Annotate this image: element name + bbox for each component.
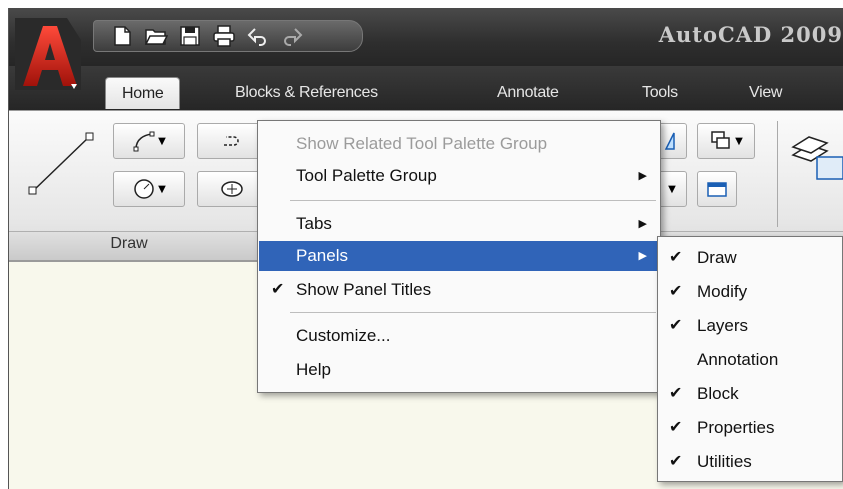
chevron-down-icon: ▼ (668, 183, 676, 195)
menu-item-show-related-tool-palette-group: Show Related Tool Palette Group (259, 129, 659, 159)
layers-icon (791, 136, 843, 180)
checkmark-icon: ✔ (669, 317, 683, 334)
submenu-arrow-icon: ▶ (638, 218, 647, 230)
tab-view[interactable]: View (749, 77, 783, 109)
window-title: AutoCAD 2009 (658, 22, 843, 47)
scale-icon (707, 182, 727, 197)
submenu-arrow-icon: ▶ (638, 250, 647, 262)
submenu-item-layers[interactable]: ✔ Layers (659, 311, 841, 341)
quick-access-toolbar (93, 20, 363, 52)
checkmark-icon: ✔ (669, 283, 683, 300)
checkmark-icon: ✔ (669, 419, 683, 436)
layer-properties-button[interactable] (787, 125, 843, 185)
menu-item-label: Panels (296, 246, 348, 265)
line-tool-button[interactable] (19, 125, 101, 205)
submenu-item-label: Layers (697, 316, 749, 335)
menu-item-customize[interactable]: Customize... (259, 321, 659, 351)
submenu-arrow-icon: ▶ (638, 170, 647, 182)
menu-item-help[interactable]: Help (259, 355, 659, 385)
panels-submenu: ✔ Draw ✔ Modify ✔ Layers Annotation ✔ Bl… (657, 236, 843, 482)
mirror-icon (664, 132, 675, 150)
ellipse-icon (221, 181, 243, 197)
submenu-item-label: Annotation (697, 350, 779, 369)
checkmark-icon: ✔ (669, 249, 683, 266)
ribbon-tab-row: Home Blocks & References Annotate Tools … (9, 66, 843, 110)
tab-annotate[interactable]: Annotate (497, 77, 559, 109)
panel-divider (777, 121, 778, 227)
menu-item-tool-palette-group[interactable]: Tool Palette Group ▶ (259, 161, 659, 191)
submenu-item-label: Block (697, 384, 739, 403)
tab-tools[interactable]: Tools (642, 77, 678, 109)
checkmark-icon: ✔ (271, 281, 285, 298)
menu-item-show-panel-titles[interactable]: ✔ Show Panel Titles (259, 275, 659, 305)
open-folder-icon[interactable] (142, 23, 170, 49)
circle-button[interactable]: ▼ (113, 171, 185, 207)
title-bar: AutoCAD 2009 (9, 8, 843, 66)
mirror-button[interactable] (657, 123, 687, 159)
menu-item-panels[interactable]: Panels ▶ (259, 241, 659, 271)
menu-item-label: Show Related Tool Palette Group (296, 134, 548, 153)
submenu-item-label: Draw (697, 248, 737, 267)
submenu-item-modify[interactable]: ✔ Modify (659, 277, 841, 307)
menu-separator (290, 200, 656, 201)
chevron-down-icon: ▼ (158, 183, 166, 195)
menu-item-label: Show Panel Titles (296, 280, 432, 299)
scale-button[interactable] (697, 171, 737, 207)
panel-title-draw: Draw (110, 235, 148, 252)
menu-item-label: Tabs (296, 214, 332, 233)
chevron-down-icon: ▼ (158, 135, 166, 147)
menu-separator (290, 312, 656, 313)
polyline-button[interactable]: ▼ (113, 123, 185, 159)
submenu-item-block[interactable]: ✔ Block (659, 379, 841, 409)
save-icon[interactable] (176, 23, 204, 49)
ribbon-context-menu: Show Related Tool Palette Group Tool Pal… (257, 120, 661, 393)
menu-item-label: Help (296, 360, 331, 379)
circle-icon (134, 179, 154, 199)
stretch-button[interactable]: ▼ (657, 171, 687, 207)
submenu-item-label: Modify (697, 282, 748, 301)
chevron-down-icon: ▼ (735, 135, 743, 147)
autocad-logo-icon (15, 18, 81, 90)
menu-item-tabs[interactable]: Tabs ▶ (259, 209, 659, 239)
polyline-icon (133, 131, 155, 152)
redo-icon[interactable] (278, 23, 306, 49)
submenu-item-label: Properties (697, 418, 775, 437)
print-icon[interactable] (210, 23, 238, 49)
menu-item-label: Tool Palette Group (296, 166, 437, 185)
arrange-icon (711, 131, 730, 149)
submenu-item-draw[interactable]: ✔ Draw (659, 243, 841, 273)
new-file-icon[interactable] (108, 23, 136, 49)
submenu-item-label: Utilities (697, 452, 752, 471)
tab-home[interactable]: Home (105, 77, 181, 109)
checkmark-icon: ✔ (669, 385, 683, 402)
application-menu-button[interactable] (11, 14, 87, 94)
rectangle-icon (224, 136, 239, 146)
undo-icon[interactable] (244, 23, 272, 49)
line-icon (28, 132, 94, 195)
submenu-item-properties[interactable]: ✔ Properties (659, 413, 841, 443)
menu-item-label: Customize... (296, 326, 391, 345)
submenu-item-utilities[interactable]: ✔ Utilities (659, 447, 841, 477)
arrange-button[interactable]: ▼ (697, 123, 755, 159)
submenu-item-annotation[interactable]: Annotation (659, 345, 841, 375)
checkmark-icon: ✔ (669, 453, 683, 470)
tab-blocks-references[interactable]: Blocks & References (235, 77, 378, 109)
